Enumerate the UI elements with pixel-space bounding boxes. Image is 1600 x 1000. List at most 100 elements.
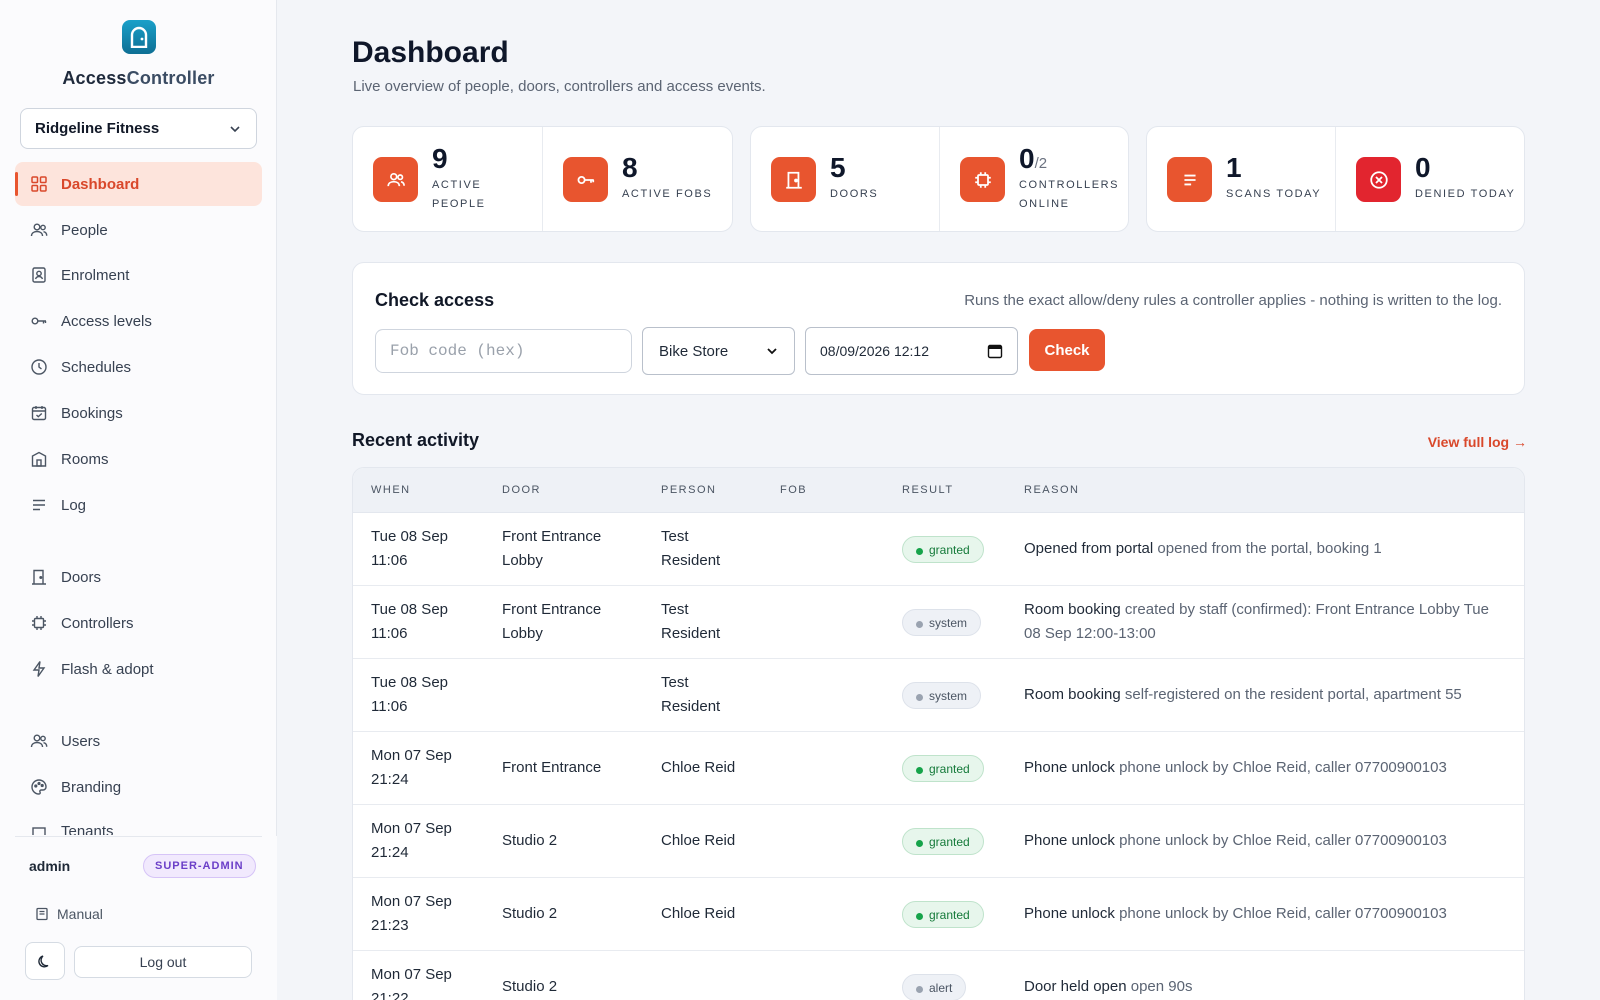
sidebar-item-branding[interactable]: Branding (15, 765, 262, 809)
fob-code-input[interactable] (375, 329, 632, 373)
check-access-card: Check access Runs the exact allow/deny r… (352, 262, 1525, 395)
cell-when: Tue 08 Sep 11:06 (371, 601, 448, 642)
stat-label: SCANS TODAY (1226, 188, 1322, 200)
grid-icon (29, 174, 49, 194)
stat-controllers-online: 0/2 CONTROLLERS ONLINE (939, 127, 1128, 231)
recent-activity-title: Recent activity (352, 430, 480, 450)
stat-doors: 5 DOORS (751, 127, 939, 231)
sidebar-item-tenants[interactable]: Tenants (15, 811, 262, 835)
divider (15, 836, 262, 837)
cell-when: Mon 07 Sep 21:24 (371, 747, 452, 788)
column-header-person: PERSON (661, 484, 717, 496)
theme-toggle-button[interactable] (25, 942, 65, 980)
table-row[interactable]: Mon 07 Sep 21:23 Studio 2 Chloe Reid gran… (353, 878, 1524, 951)
table-row[interactable]: Tue 08 Sep 11:06 Test Resident system Room… (353, 659, 1524, 732)
sidebar-item-access-levels[interactable]: Access levels (15, 299, 262, 343)
column-header-when: WHEN (371, 484, 411, 496)
sidebar-item-bookings[interactable]: Bookings (15, 391, 262, 435)
stat-group-scans: 1 SCANS TODAY 0 DENIED TODAY (1146, 126, 1525, 232)
cell-person: Test Resident (661, 601, 721, 642)
key-icon (563, 157, 608, 202)
users-icon (29, 731, 49, 751)
stat-label: CONTROLLERS ONLINE (1019, 179, 1120, 210)
cell-person: Test Resident (661, 674, 721, 715)
datetime-value: 08/09/2026 12:12 (820, 343, 929, 359)
result-badge: system (902, 682, 982, 709)
sidebar-item-dashboard[interactable]: Dashboard (15, 162, 262, 206)
room-icon (29, 449, 49, 469)
cell-when: Tue 08 Sep 11:06 (371, 674, 448, 715)
sidebar-item-label: Enrolment (61, 266, 130, 284)
column-header-result: RESULT (902, 484, 954, 496)
table-row[interactable]: Mon 07 Sep 21:22 Studio 2 alert Door held… (353, 951, 1524, 1000)
key-icon (29, 311, 49, 331)
check-button[interactable]: Check (1029, 329, 1105, 371)
brand: AccessController (0, 20, 277, 89)
sidebar-item-label: Dashboard (61, 175, 140, 193)
cell-reason: Room booking self-registered on the resi… (1024, 686, 1462, 703)
stat-group-people: 9 ACTIVE PEOPLE 8 ACTIVE FOBS (352, 126, 733, 232)
sidebar-item-schedules[interactable]: Schedules (15, 345, 262, 389)
column-header-fob: FOB (780, 484, 808, 496)
column-header-reason: REASON (1024, 484, 1080, 496)
tenants-icon (29, 823, 49, 835)
cell-when: Mon 07 Sep 21:23 (371, 893, 452, 934)
datetime-input[interactable]: 08/09/2026 12:12 (805, 327, 1018, 375)
door-select[interactable]: Bike Store (642, 327, 795, 375)
stat-value: 9 (432, 143, 448, 174)
denied-icon (1356, 157, 1401, 202)
tenant-select[interactable]: Ridgeline Fitness (20, 108, 257, 149)
cell-reason: Phone unlock phone unlock by Chloe Reid,… (1024, 905, 1447, 922)
sidebar-item-label: Controllers (61, 614, 134, 632)
stat-label: ACTIVE PEOPLE (432, 179, 486, 210)
sidebar-item-log[interactable]: Log (15, 483, 262, 527)
sidebar-item-doors[interactable]: Doors (15, 555, 262, 599)
sidebar-item-flash-adopt[interactable]: Flash & adopt (15, 647, 262, 691)
cell-door: Studio 2 (502, 978, 558, 995)
cell-person: Chloe Reid (661, 759, 736, 776)
cell-reason: Opened from portal opened from the porta… (1024, 540, 1382, 557)
door-icon (771, 157, 816, 202)
stat-active-fobs: 8 ACTIVE FOBS (542, 127, 732, 231)
view-full-log-link[interactable]: View full log → (1428, 434, 1527, 450)
current-user-name: admin (29, 858, 71, 874)
column-header-door: DOOR (502, 484, 541, 496)
logout-button[interactable]: Log out (74, 946, 252, 978)
stat-active-people: 9 ACTIVE PEOPLE (353, 127, 542, 231)
cell-person: Chloe Reid (661, 905, 736, 922)
table-row[interactable]: Tue 08 Sep 11:06 Front Entrance Lobby Test… (353, 586, 1524, 659)
sidebar-item-enrolment[interactable]: Enrolment (15, 253, 262, 297)
chevron-down-icon (767, 348, 777, 355)
sidebar-item-label: Log (61, 496, 87, 514)
manual-link[interactable]: Manual (35, 906, 103, 922)
people-icon (29, 220, 49, 240)
tenant-selected-value: Ridgeline Fitness (35, 120, 160, 137)
list-icon (29, 495, 49, 515)
result-badge: granted (902, 755, 984, 782)
badge-icon (29, 265, 49, 285)
calendar-icon[interactable] (987, 343, 1003, 359)
cell-when: Mon 07 Sep 21:24 (371, 820, 452, 861)
sidebar-item-users[interactable]: Users (15, 719, 262, 763)
cell-door: Studio 2 (502, 832, 558, 849)
table-row[interactable]: Mon 07 Sep 21:24 Studio 2 Chloe Reid gran… (353, 805, 1524, 878)
cell-reason: Phone unlock phone unlock by Chloe Reid,… (1024, 832, 1447, 849)
table-row[interactable]: Mon 07 Sep 21:24 Front Entrance Chloe Rei… (353, 732, 1524, 805)
result-badge: granted (902, 901, 984, 928)
table-row[interactable]: Tue 08 Sep 11:06 Front Entrance Lobby Test… (353, 513, 1524, 586)
table-header: WHEN DOOR PERSON FOB RESULT REASON (353, 468, 1524, 513)
sidebar-item-label: Branding (61, 778, 122, 796)
door-icon (29, 567, 49, 587)
stat-label: DOORS (830, 188, 879, 200)
result-badge: granted (902, 536, 984, 563)
moon-icon (38, 955, 49, 968)
chevron-down-icon (230, 125, 240, 132)
cell-door: Front Entrance Lobby (502, 601, 602, 642)
sidebar-item-controllers[interactable]: Controllers (15, 601, 262, 645)
sidebar-item-label: Access levels (61, 312, 152, 330)
sidebar-item-label: Rooms (61, 450, 109, 468)
sidebar-item-people[interactable]: People (15, 208, 262, 252)
sidebar-item-rooms[interactable]: Rooms (15, 437, 262, 481)
palette-icon (29, 777, 49, 797)
people-icon (373, 157, 418, 202)
